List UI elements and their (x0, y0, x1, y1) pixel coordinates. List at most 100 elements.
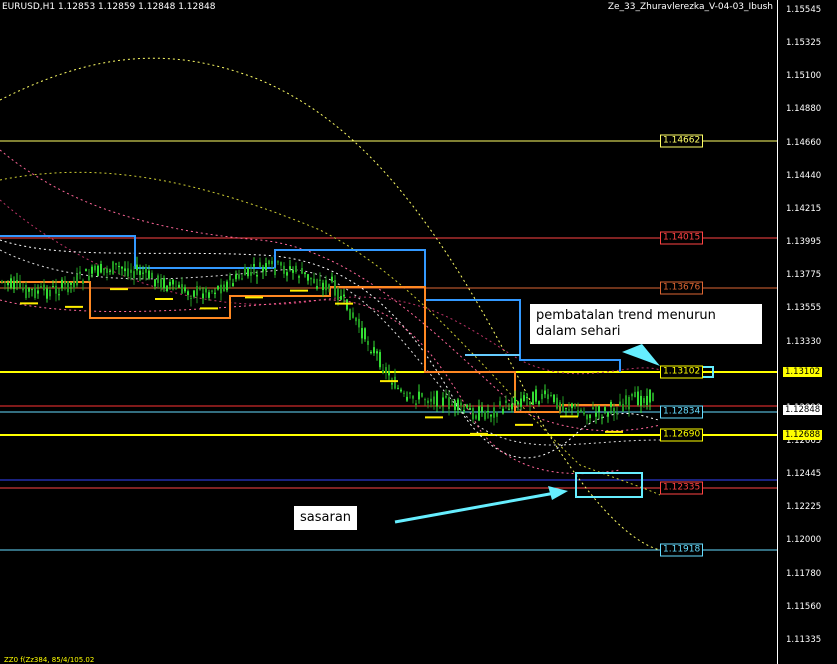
candle-body (538, 401, 540, 405)
candle-body (28, 288, 30, 292)
candle-body (106, 268, 108, 273)
footer-text: ZZ0 f(Zz384, 85/4/105.02 (4, 656, 95, 664)
candle-body (166, 285, 168, 291)
price-tick: 1.12000 (786, 535, 822, 546)
candle-body (67, 281, 69, 293)
candle-body (418, 391, 420, 400)
candle-body (250, 271, 252, 276)
candle-body (445, 395, 447, 398)
candle-body (361, 328, 363, 339)
candle-body (4, 281, 6, 283)
candle-body (517, 401, 519, 405)
candle-body (367, 340, 369, 345)
cancel-arrow (622, 344, 660, 366)
candle-body (565, 408, 567, 410)
candle-body (292, 269, 294, 273)
candle-body (427, 400, 429, 404)
candle-body (412, 395, 414, 399)
candle-body (115, 263, 117, 265)
candle-body (40, 286, 42, 288)
candle-body (265, 263, 267, 271)
price-tick: 1.11780 (786, 568, 822, 579)
candle-body (136, 264, 138, 271)
price-tick: 1.12445 (786, 469, 822, 480)
candle-body (409, 392, 411, 394)
candle-body (151, 272, 153, 279)
candle-body (31, 289, 33, 291)
candle-body (121, 266, 123, 269)
candle-body (88, 275, 90, 281)
candle-body (238, 274, 240, 279)
candle-body (13, 280, 15, 290)
candle-body (73, 281, 75, 289)
level-tag: 1.14662 (660, 134, 704, 148)
candle-body (643, 398, 645, 403)
candle-body (193, 290, 195, 297)
candle-body (505, 400, 507, 404)
candle-body (457, 399, 459, 411)
candle-body (610, 401, 612, 408)
candle-body (199, 288, 201, 290)
candle-body (481, 406, 483, 412)
candle-body (220, 284, 222, 294)
candle-body (181, 284, 183, 294)
candle-body (49, 289, 51, 297)
price-tick: 1.13775 (786, 270, 822, 281)
candle-body (496, 412, 498, 417)
candle-body (310, 277, 312, 280)
price-tick: 1.15100 (786, 71, 822, 82)
candle-body (157, 275, 159, 283)
candle-body (19, 282, 21, 288)
candle-body (7, 282, 9, 286)
candle-body (163, 278, 165, 289)
candle-body (592, 407, 594, 410)
candle-body (127, 268, 129, 277)
candle-body (640, 395, 642, 406)
candle-body (385, 367, 387, 373)
candle-body (562, 403, 564, 412)
candle-body (586, 414, 588, 420)
candle-body (280, 262, 282, 266)
candle-body (70, 282, 72, 285)
candle-body (619, 401, 621, 407)
candle-body (139, 270, 141, 275)
level-tag: 1.12690 (660, 428, 704, 442)
candle-body (460, 402, 462, 406)
candle-body (547, 394, 549, 400)
candle-body (79, 271, 81, 274)
candle-body (22, 288, 24, 291)
candle-body (262, 267, 264, 272)
candle-body (277, 261, 279, 263)
candle-body (343, 294, 345, 297)
candle-body (400, 389, 402, 392)
candle-body (340, 295, 342, 300)
target-arrow-shaft (394, 491, 556, 524)
candle-body (391, 383, 393, 385)
candle-body (175, 287, 177, 290)
candle-body (469, 407, 471, 411)
candle-body (196, 286, 198, 296)
candle-body (148, 270, 150, 279)
candle-body (286, 272, 288, 276)
candle-body (355, 317, 357, 322)
price-axis[interactable] (777, 0, 837, 664)
candle-body (253, 263, 255, 267)
candle-body (526, 396, 528, 399)
candle-body (214, 292, 216, 295)
candle-body (25, 285, 27, 299)
candle-body (133, 271, 135, 279)
candle-body (271, 260, 273, 265)
candle-body (394, 376, 396, 389)
candle-body (583, 411, 585, 415)
candle-body (442, 397, 444, 406)
candle-body (46, 288, 48, 299)
candle-body (424, 399, 426, 401)
candle-body (172, 279, 174, 285)
candle-body (82, 280, 84, 284)
price-tick: 1.14880 (786, 104, 822, 115)
candle-body (52, 286, 54, 288)
chart-window[interactable]: EURUSD,H1 1.12853 1.12859 1.12848 1.1284… (0, 0, 837, 664)
candle-body (607, 412, 609, 417)
candle-body (430, 398, 432, 402)
candle-body (616, 412, 618, 414)
